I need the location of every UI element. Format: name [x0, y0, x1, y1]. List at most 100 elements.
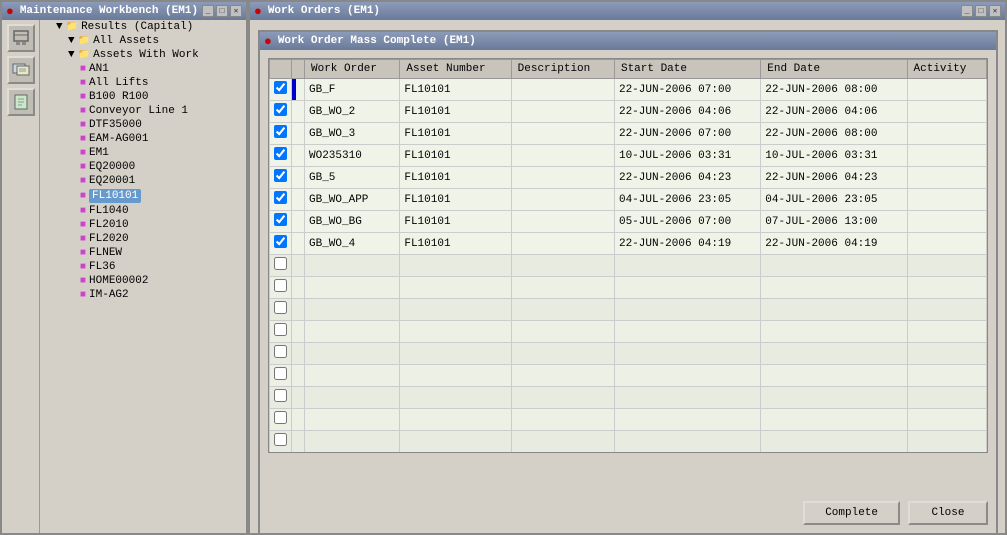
sidebar-item-eq20001[interactable]: ■ EQ20001 [40, 174, 246, 188]
empty-asset-number [400, 409, 511, 431]
sidebar-assets-with-work[interactable]: ▼ 📁 Assets With Work [40, 48, 246, 62]
sidebar-item-dtf35000[interactable]: ■ DTF35000 [40, 118, 246, 132]
sidebar-item-em1[interactable]: ■ EM1 [40, 146, 246, 160]
work-orders-minimize-btn[interactable]: _ [961, 5, 973, 17]
sidebar-item-all-lifts[interactable]: ■ All Lifts [40, 76, 246, 90]
empty-work-order [305, 365, 400, 387]
empty-checkbox[interactable] [274, 411, 287, 424]
empty-table-row [270, 321, 987, 343]
sidebar-item-fl36[interactable]: ■ FL36 [40, 260, 246, 274]
empty-checkbox-cell[interactable] [270, 343, 292, 365]
sidebar-item-fl10101[interactable]: ■ FL10101 [40, 188, 246, 204]
empty-checkbox[interactable] [274, 279, 287, 292]
sidebar-item-fl2010[interactable]: ■ FL2010 [40, 218, 246, 232]
empty-checkbox[interactable] [274, 345, 287, 358]
empty-checkbox[interactable] [274, 323, 287, 336]
row-checkbox-cell[interactable] [270, 79, 292, 101]
sidebar-item-im-ag2[interactable]: ■ IM-AG2 [40, 288, 246, 302]
row-checkbox[interactable] [274, 213, 287, 226]
empty-indicator [292, 255, 305, 277]
sidebar-item-eq20000[interactable]: ■ EQ20000 [40, 160, 246, 174]
sidebar-item-fl2020[interactable]: ■ FL2020 [40, 232, 246, 246]
empty-checkbox[interactable] [274, 301, 287, 314]
sidebar-asset-label: IM-AG2 [89, 289, 129, 301]
row-checkbox-cell[interactable] [270, 211, 292, 233]
col-activity: Activity [907, 60, 986, 79]
row-activity [907, 189, 986, 211]
sidebar-item-flnew[interactable]: ■ FLNEW [40, 246, 246, 260]
row-checkbox-cell[interactable] [270, 101, 292, 123]
sidebar-item-eam-ag001[interactable]: ■ EAM-AG001 [40, 132, 246, 146]
row-description [511, 189, 614, 211]
table-header-row: Work Order Asset Number Description Star… [270, 60, 987, 79]
row-checkbox[interactable] [274, 125, 287, 138]
work-orders-maximize-btn[interactable]: □ [975, 5, 987, 17]
empty-work-order [305, 255, 400, 277]
row-end-date: 07-JUL-2006 13:00 [761, 211, 907, 233]
table-row: GB_WO_APP FL10101 04-JUL-2006 23:05 04-J… [270, 189, 987, 211]
sidebar-all-assets[interactable]: ▼ 📁 All Assets [40, 34, 246, 48]
toolbar-btn-2[interactable] [7, 56, 35, 84]
empty-checkbox[interactable] [274, 367, 287, 380]
sidebar-asset-label: B100 R100 [89, 91, 148, 103]
empty-checkbox-cell[interactable] [270, 255, 292, 277]
empty-description [511, 299, 614, 321]
empty-checkbox-cell[interactable] [270, 431, 292, 453]
empty-checkbox-cell[interactable] [270, 299, 292, 321]
row-checkbox-cell[interactable] [270, 123, 292, 145]
row-checkbox[interactable] [274, 147, 287, 160]
toolbar-btn-1[interactable] [7, 24, 35, 52]
row-work-order: GB_WO_3 [305, 123, 400, 145]
sidebar-item-conveyor-line-1[interactable]: ■ Conveyor Line 1 [40, 104, 246, 118]
empty-checkbox[interactable] [274, 389, 287, 402]
maintenance-maximize-btn[interactable]: □ [216, 5, 228, 17]
empty-description [511, 365, 614, 387]
expand-icon-3: ▼ [68, 49, 75, 61]
dialog-footer: Complete Close [803, 501, 988, 525]
table-body: GB_F FL10101 22-JUN-2006 07:00 22-JUN-20… [270, 79, 987, 454]
row-activity [907, 167, 986, 189]
empty-checkbox[interactable] [274, 433, 287, 446]
row-indicator [292, 145, 305, 167]
sidebar-results-root[interactable]: ▼ 📁 Results (Capital) [40, 20, 246, 34]
sidebar-item-fl1040[interactable]: ■ FL1040 [40, 204, 246, 218]
asset-pink-icon: ■ [80, 234, 86, 245]
work-orders-title-bar: ● Work Orders (EM1) _ □ ✕ [250, 2, 1005, 20]
empty-checkbox-cell[interactable] [270, 365, 292, 387]
row-checkbox[interactable] [274, 103, 287, 116]
empty-checkbox-cell[interactable] [270, 321, 292, 343]
empty-table-row [270, 453, 987, 454]
maintenance-minimize-btn[interactable]: _ [202, 5, 214, 17]
row-checkbox[interactable] [274, 169, 287, 182]
empty-asset-number [400, 453, 511, 454]
empty-checkbox-cell[interactable] [270, 409, 292, 431]
sidebar-item-b100-r100[interactable]: ■ B100 R100 [40, 90, 246, 104]
row-end-date: 10-JUL-2006 03:31 [761, 145, 907, 167]
sidebar-item-an1[interactable]: ■ AN1 [40, 62, 246, 76]
row-checkbox[interactable] [274, 235, 287, 248]
row-start-date: 22-JUN-2006 04:19 [614, 233, 760, 255]
empty-checkbox[interactable] [274, 257, 287, 270]
row-checkbox[interactable] [274, 191, 287, 204]
toolbar-btn-3[interactable] [7, 88, 35, 116]
empty-checkbox-cell[interactable] [270, 277, 292, 299]
sidebar-assets-with-work-label: Assets With Work [93, 49, 199, 61]
row-checkbox-cell[interactable] [270, 145, 292, 167]
row-checkbox-cell[interactable] [270, 167, 292, 189]
row-checkbox-cell[interactable] [270, 233, 292, 255]
maintenance-close-btn[interactable]: ✕ [230, 5, 242, 17]
row-checkbox[interactable] [274, 81, 287, 94]
row-checkbox-cell[interactable] [270, 189, 292, 211]
work-orders-close-btn[interactable]: ✕ [989, 5, 1001, 17]
empty-start-date [614, 453, 760, 454]
close-button[interactable]: Close [908, 501, 988, 525]
empty-description [511, 453, 614, 454]
empty-start-date [614, 299, 760, 321]
empty-indicator [292, 299, 305, 321]
sidebar-item-home00002[interactable]: ■ HOME00002 [40, 274, 246, 288]
col-description: Description [511, 60, 614, 79]
empty-checkbox-cell[interactable] [270, 387, 292, 409]
empty-checkbox-cell[interactable] [270, 453, 292, 454]
empty-table-row [270, 277, 987, 299]
complete-button[interactable]: Complete [803, 501, 900, 525]
